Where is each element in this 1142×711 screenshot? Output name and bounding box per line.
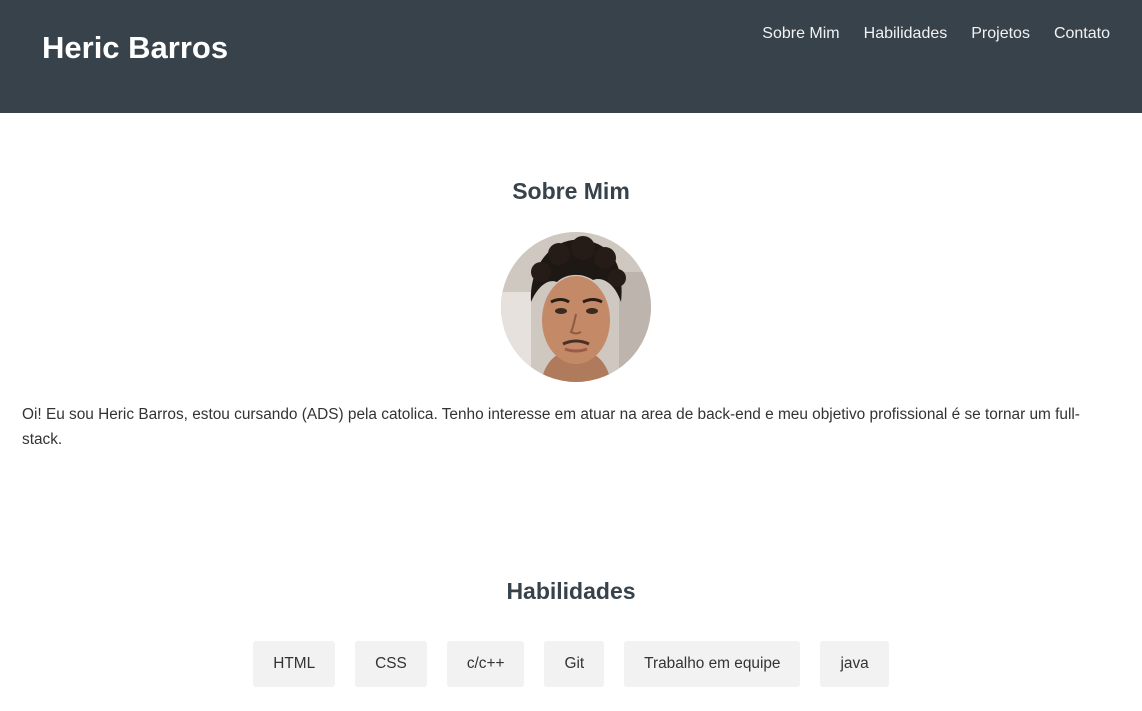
main-nav: Sobre Mim Habilidades Projetos Contato bbox=[762, 25, 1110, 43]
profile-photo-image bbox=[501, 232, 651, 382]
nav-link-projetos[interactable]: Projetos bbox=[971, 25, 1030, 43]
skills-list: HTML CSS c/c++ Git Trabalho em equipe ja… bbox=[0, 641, 1142, 687]
skill-tag-c-cpp: c/c++ bbox=[446, 641, 525, 687]
skill-tag-css: CSS bbox=[355, 641, 427, 687]
skill-tag-java: java bbox=[820, 641, 889, 687]
skill-tag-teamwork: Trabalho em equipe bbox=[624, 641, 801, 687]
skill-tag-html: HTML bbox=[253, 641, 336, 687]
nav-link-contato[interactable]: Contato bbox=[1054, 25, 1110, 43]
skills-section-title: Habilidades bbox=[506, 578, 636, 604]
about-text: Oi! Eu sou Heric Barros, estou cursando … bbox=[22, 406, 1080, 448]
nav-link-sobre-mim[interactable]: Sobre Mim bbox=[762, 25, 839, 43]
site-header: Heric Barros Sobre Mim Habilidades Proje… bbox=[0, 0, 1142, 113]
profile-photo bbox=[501, 232, 651, 382]
site-brand[interactable]: Heric Barros bbox=[42, 30, 228, 66]
about-section-title: Sobre Mim bbox=[512, 178, 630, 204]
nav-link-habilidades[interactable]: Habilidades bbox=[864, 25, 948, 43]
skill-tag-git: Git bbox=[544, 641, 605, 687]
